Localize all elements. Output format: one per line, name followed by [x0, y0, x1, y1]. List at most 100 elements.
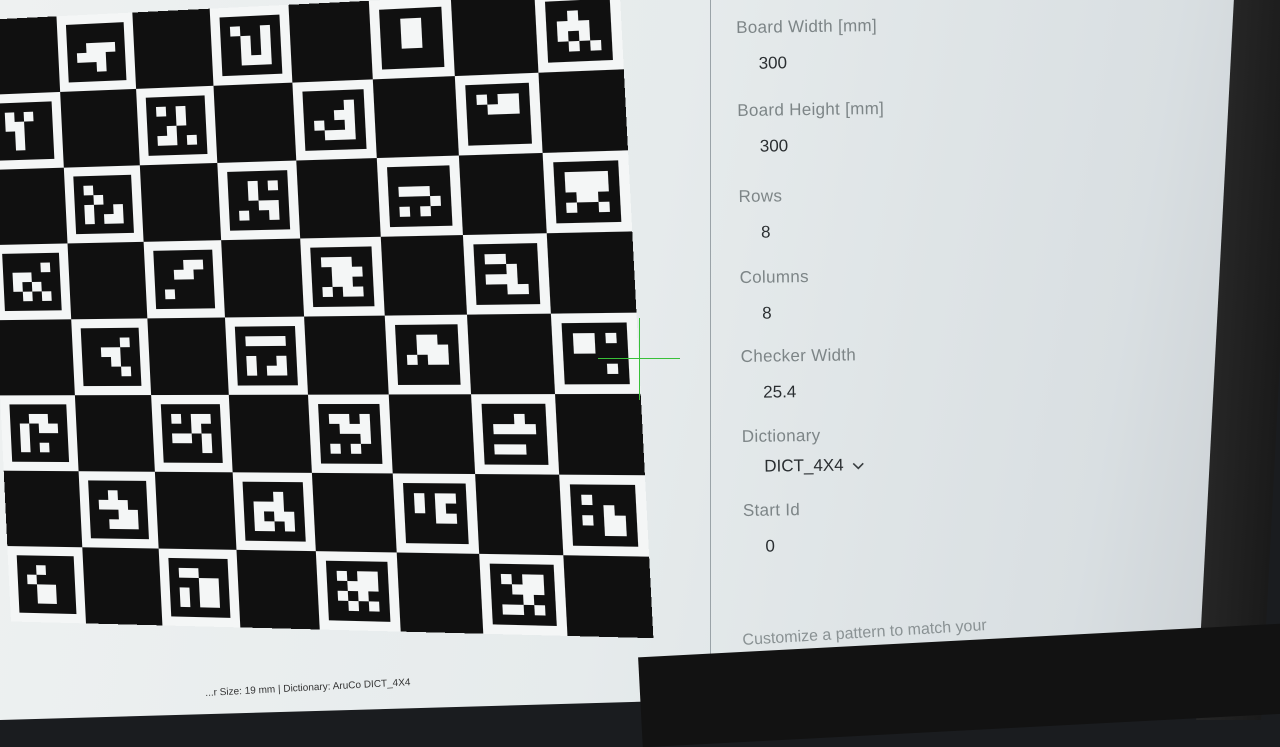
aruco-bit	[164, 289, 176, 300]
aruco-bit	[484, 254, 496, 265]
aruco-bit	[181, 433, 193, 444]
aruco-bit	[103, 213, 115, 224]
dictionary-select[interactable]: DICT_4X4	[764, 455, 866, 476]
checker-square	[450, 0, 539, 77]
aruco-bit	[333, 109, 345, 121]
aruco-bit	[183, 259, 194, 270]
aruco-bit	[586, 171, 598, 182]
aruco-bit	[240, 35, 251, 46]
aruco-bit	[615, 525, 627, 537]
checker-square	[546, 231, 637, 314]
aruco-bit	[368, 601, 380, 612]
aruco-bit	[100, 347, 111, 358]
aruco-bit	[534, 605, 546, 616]
field-checker-width: Checker Width 25.4	[741, 341, 1202, 403]
aruco-bit	[86, 42, 97, 53]
monitor-screen: ...r Size: 19 mm | Dictionary: AruCo DIC…	[0, 0, 1262, 720]
aruco-marker	[234, 326, 298, 386]
checker-square	[288, 0, 373, 83]
aruco-bit	[582, 515, 594, 526]
dictionary-select-value: DICT_4X4	[764, 455, 844, 476]
aruco-bit	[118, 519, 130, 530]
start-id-input[interactable]: 0	[765, 531, 1203, 557]
aruco-bit	[497, 93, 509, 105]
aruco-bit	[476, 94, 488, 105]
checker-width-input[interactable]: 25.4	[763, 377, 1201, 403]
aruco-bit	[525, 424, 537, 435]
field-start-id: Start Id 0	[743, 495, 1204, 557]
checker-square	[147, 317, 229, 396]
aruco-bit	[515, 444, 527, 455]
aruco-bit	[96, 51, 107, 63]
aruco-bit	[255, 336, 266, 347]
aruco-bit	[596, 170, 609, 182]
aruco-bit	[200, 413, 211, 424]
aruco-bit	[157, 135, 168, 146]
checker-square	[154, 471, 237, 550]
aruco-bit	[83, 185, 94, 196]
aruco-marker	[318, 403, 383, 464]
aruco-marker	[160, 404, 223, 463]
aruco-bit	[36, 584, 47, 595]
aruco-bit	[566, 10, 579, 22]
aruco-bit	[172, 433, 183, 444]
aruco-bit	[533, 584, 545, 596]
aruco-bit	[445, 493, 457, 504]
aruco-bit	[437, 344, 449, 355]
aruco-bit	[4, 111, 15, 122]
aruco-bit	[435, 513, 447, 524]
crosshair-cursor	[598, 318, 680, 400]
aruco-bit	[269, 209, 280, 220]
aruco-bit	[598, 201, 610, 213]
aruco-bit	[565, 182, 577, 193]
aruco-bit	[495, 253, 507, 265]
aruco-bit	[22, 291, 33, 302]
aruco-bit	[98, 499, 109, 510]
aruco-bit	[338, 413, 350, 424]
aruco-bit	[496, 274, 508, 285]
aruco-bit	[331, 256, 342, 268]
aruco-bit	[522, 584, 534, 595]
checker-square	[60, 88, 140, 168]
checker-square	[396, 552, 484, 634]
board-height-label: Board Height [mm]	[737, 98, 885, 120]
aruco-bit	[438, 354, 450, 365]
checker-square	[82, 547, 163, 626]
aruco-bit	[575, 171, 587, 183]
aruco-bit	[86, 52, 97, 63]
aruco-bit	[411, 27, 422, 39]
aruco-bit	[414, 503, 426, 514]
aruco-bit	[119, 337, 130, 348]
aruco-bit	[502, 604, 514, 615]
aruco-bit	[597, 181, 609, 192]
aruco-bit	[37, 593, 48, 604]
checker-square	[475, 474, 564, 556]
aruco-bit	[19, 423, 30, 434]
aruco-bit	[118, 509, 129, 520]
checker-square	[139, 162, 222, 242]
aruco-bit	[176, 115, 187, 126]
aruco-bit	[587, 191, 599, 203]
aruco-bit	[284, 521, 296, 532]
aruco-bit	[178, 567, 189, 578]
columns-input[interactable]: 8	[762, 298, 1200, 324]
aruco-bit	[20, 442, 31, 453]
aruco-bit	[198, 578, 210, 589]
aruco-bit	[274, 511, 285, 522]
aruco-bit	[523, 594, 535, 606]
checker-square	[538, 69, 629, 153]
board-width-input[interactable]: 300	[759, 48, 1197, 74]
rows-input[interactable]: 8	[761, 217, 1199, 243]
aruco-bit	[427, 344, 439, 355]
aruco-bit	[273, 501, 285, 512]
aruco-bit	[5, 121, 16, 132]
checker-square	[555, 393, 645, 476]
field-board-height: Board Height [mm] 300	[737, 95, 1198, 157]
aruco-bit	[487, 104, 499, 115]
aruco-bit	[581, 494, 593, 506]
aruco-bit	[273, 491, 284, 502]
board-height-input[interactable]: 300	[760, 131, 1198, 157]
aruco-bit	[107, 490, 118, 501]
aruco-bit	[201, 433, 212, 444]
aruco-bit	[40, 262, 51, 273]
